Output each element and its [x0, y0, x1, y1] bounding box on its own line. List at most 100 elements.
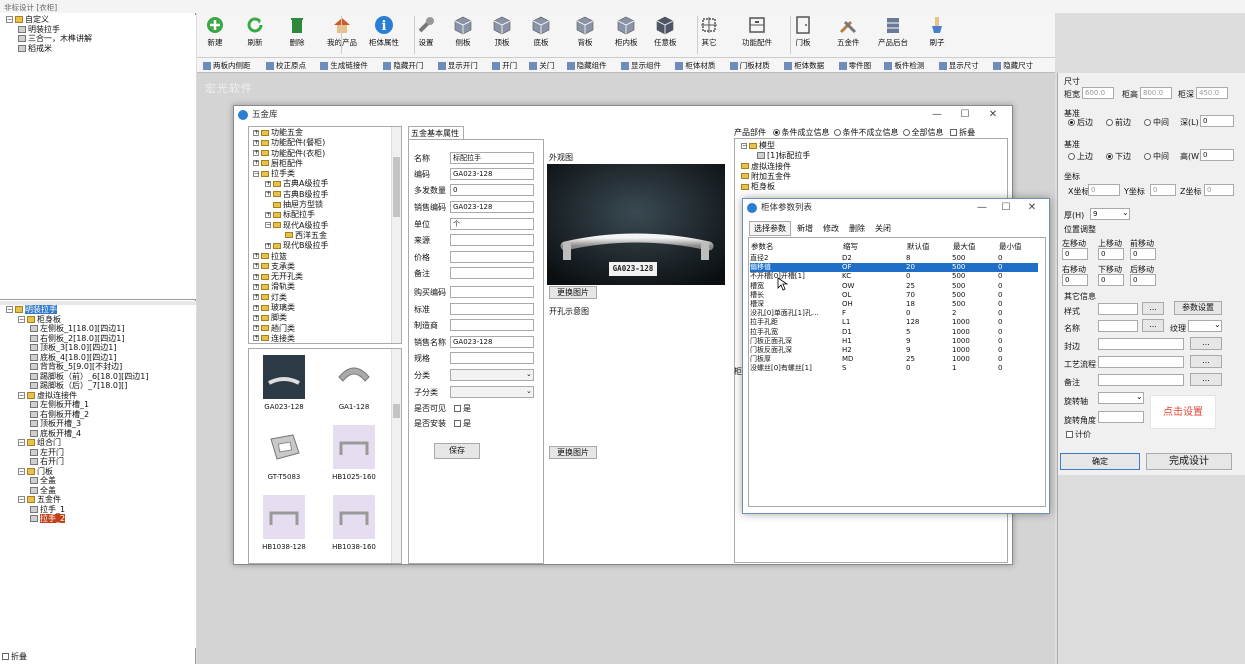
field-input[interactable]: GA023-128: [450, 336, 534, 348]
bottom-node[interactable]: 右开门: [0, 457, 196, 467]
radio-button[interactable]: [1144, 119, 1151, 126]
checkbox-box[interactable]: [454, 405, 461, 412]
browse-button[interactable]: ...: [1190, 355, 1222, 368]
bottom-node[interactable]: 底板开槽_4: [0, 429, 196, 439]
field-input[interactable]: [450, 319, 534, 331]
params-row[interactable]: 直径2 D2 8 500 0: [750, 254, 1038, 263]
thumbnail-scrollbar[interactable]: [391, 349, 401, 563]
category-node[interactable]: + 趟门类: [253, 324, 401, 334]
hardware-thumbnail[interactable]: HB1038-128: [249, 495, 319, 551]
params-row[interactable]: 门板厚 MD 25 1000 0: [750, 355, 1038, 364]
height-field-input[interactable]: 0: [1200, 149, 1234, 161]
close-button[interactable]: ✕: [980, 106, 1006, 124]
toolbar-button-11[interactable]: 任意板: [654, 15, 677, 48]
bottom-node[interactable]: 踢脚板（前）_6[18.0][四边1]: [0, 372, 196, 382]
category-node[interactable]: + 古典A级拉手: [253, 179, 401, 189]
x-coord-input[interactable]: 0: [1088, 184, 1120, 196]
expand-toggle-icon[interactable]: −: [18, 439, 25, 446]
category-node[interactable]: + 现代B级拉手: [253, 241, 401, 251]
bottom-node[interactable]: 左侧板_1[18.0][四边1]: [0, 324, 196, 334]
top-node[interactable]: 稻戒米: [0, 44, 196, 54]
expand-toggle-icon[interactable]: −: [18, 391, 25, 399]
params-row[interactable]: 门板反面孔深 H2 9 1000 0: [750, 346, 1038, 355]
basis2-option[interactable]: 中间: [1144, 151, 1169, 162]
field-input[interactable]: [450, 234, 534, 246]
category-node[interactable]: + 玻璃类: [253, 303, 401, 313]
expand-toggle-icon[interactable]: +: [253, 325, 259, 332]
expand-toggle-icon[interactable]: +: [253, 314, 259, 321]
params-row[interactable]: 拉手孔宽 D1 5 1000 0: [750, 328, 1038, 337]
expand-toggle-icon[interactable]: −: [18, 315, 25, 323]
change-hole-image-button[interactable]: 更换图片: [549, 446, 597, 459]
filter-option[interactable]: 条件不成立信息: [833, 128, 899, 137]
params-maximize-button[interactable]: ☐: [993, 199, 1019, 217]
params-row[interactable]: 槽长 OL 70 500 0: [750, 291, 1038, 300]
bottom-node[interactable]: 左侧板开槽_1: [0, 400, 196, 410]
category-node[interactable]: + 支承类: [253, 262, 401, 272]
name-input[interactable]: [1098, 320, 1138, 332]
radio-button[interactable]: [1068, 119, 1075, 126]
category-node[interactable]: + 灯类: [253, 293, 401, 303]
params-row[interactable]: 没螺丝[0]有螺丝[1] S 0 1 0: [750, 364, 1038, 373]
category-node[interactable]: + 厨柜配件: [253, 159, 401, 169]
hardware-thumbnail[interactable]: HB1025-160: [319, 425, 389, 481]
radio-button[interactable]: [902, 129, 910, 136]
move-input[interactable]: 0: [1062, 274, 1088, 286]
radio-button[interactable]: [772, 129, 780, 136]
params-menu-item[interactable]: 关闭: [871, 222, 895, 235]
bottom-node[interactable]: 右侧板开槽_2: [0, 410, 196, 420]
expand-toggle-icon[interactable]: −: [741, 142, 747, 149]
category-node[interactable]: + 拉篮: [253, 252, 401, 262]
radio-button[interactable]: [1144, 153, 1151, 160]
toolbar-button-6[interactable]: 侧板: [453, 15, 473, 48]
toolbar2-item-13[interactable]: 板件检测: [884, 60, 924, 71]
radio-button[interactable]: [833, 129, 841, 136]
category-node[interactable]: + 标配拉手: [253, 210, 401, 220]
width-input[interactable]: 600.0: [1082, 87, 1114, 99]
params-titlebar[interactable]: 柜体参数列表 — ☐ ✕: [743, 199, 1049, 217]
remark-input[interactable]: [1098, 374, 1184, 386]
params-row[interactable]: 偏移值 OF 20 500 0: [750, 263, 1038, 273]
toolbar-button-9[interactable]: 背板: [575, 15, 595, 48]
toolbar-button-12[interactable]: 其它: [699, 15, 719, 48]
product-tree-node[interactable]: − 模型: [741, 141, 1007, 151]
toolbar-button-15[interactable]: 五金件: [837, 15, 860, 48]
expand-toggle-icon[interactable]: +: [253, 129, 259, 136]
toolbar-button-0[interactable]: 新建: [205, 15, 225, 48]
collapse-parts-checkbox[interactable]: [950, 129, 958, 136]
expand-toggle-icon[interactable]: +: [265, 191, 271, 198]
params-menu-item[interactable]: 选择参数: [749, 221, 791, 236]
bottom-node[interactable]: − 虚拟连接件: [0, 391, 196, 401]
column-header[interactable]: 默认值: [907, 241, 930, 252]
height-input[interactable]: 800.0: [1140, 87, 1172, 99]
toolbar2-item-2[interactable]: 生成链接件: [320, 60, 368, 71]
product-tree-node[interactable]: 虚拟连接件: [741, 162, 1007, 172]
browse-button[interactable]: ...: [1190, 373, 1222, 386]
move-input[interactable]: 0: [1130, 274, 1156, 286]
expand-toggle-icon[interactable]: +: [253, 304, 259, 311]
category-node[interactable]: + 功能配件(餐柜): [253, 138, 401, 148]
bottom-node[interactable]: 全盖: [0, 486, 196, 496]
filter-option[interactable]: 全部信息: [902, 128, 944, 137]
expand-toggle-icon[interactable]: −: [265, 222, 271, 229]
expand-toggle-icon[interactable]: −: [253, 170, 259, 177]
toolbar2-item-7[interactable]: 隐藏组件: [566, 60, 607, 71]
category-node[interactable]: + 功能配件(衣柜): [253, 149, 401, 159]
bottom-node[interactable]: 背背板_5[9.0][不封边]: [0, 362, 196, 372]
rotation-angle-input[interactable]: [1098, 411, 1144, 423]
edge-input[interactable]: [1098, 338, 1184, 350]
toolbar2-item-11[interactable]: 柜体数据: [784, 60, 824, 71]
category-node[interactable]: + 连接类: [253, 334, 401, 343]
toolbar2-item-8[interactable]: 显示组件: [621, 60, 661, 71]
yes-checkbox[interactable]: 是: [454, 418, 471, 429]
product-tree-node[interactable]: [1]标配拉手: [741, 151, 1007, 161]
bottom-node[interactable]: − 门板: [0, 467, 196, 477]
category-node[interactable]: + 功能五金: [253, 128, 401, 138]
hardware-thumbnail[interactable]: HB1038-160: [319, 495, 389, 551]
move-input[interactable]: 0: [1098, 274, 1124, 286]
checkbox-box[interactable]: [1066, 431, 1073, 438]
browse-button[interactable]: ...: [1190, 337, 1222, 350]
expand-toggle-icon[interactable]: +: [253, 253, 259, 260]
toolbar-button-5[interactable]: 设置: [416, 15, 436, 48]
expand-toggle-icon[interactable]: +: [265, 242, 271, 249]
